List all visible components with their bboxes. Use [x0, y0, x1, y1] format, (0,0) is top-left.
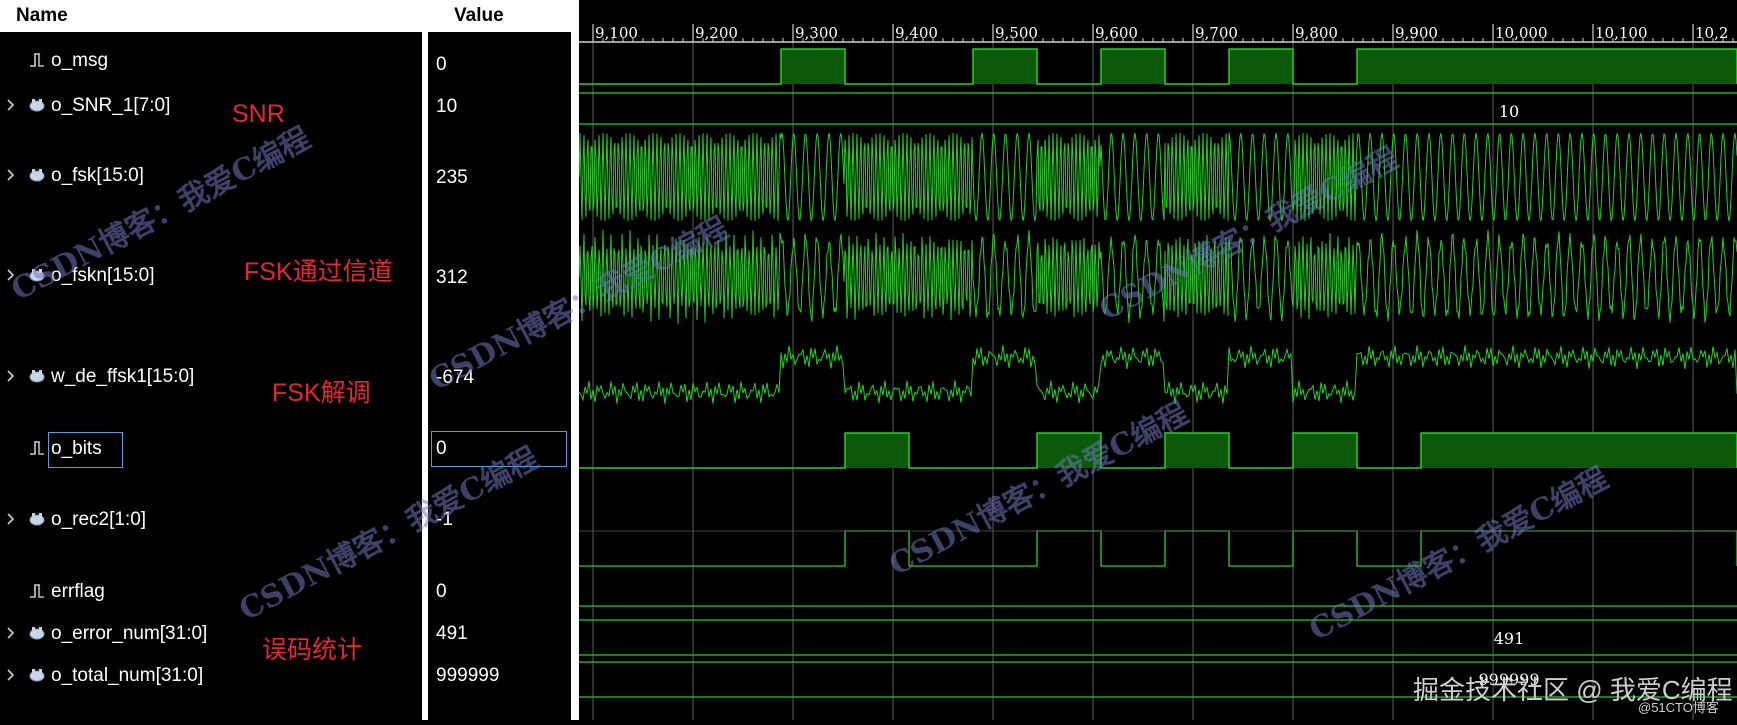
trace-o-msg-fill: [781, 49, 845, 84]
tick-label: 9,800: [1295, 24, 1338, 42]
waveform-canvas[interactable]: 9,100 9,200 9,300 9,400 9,500 9,600 9,700 9,800…: [578, 0, 1737, 720]
tick-label: 9,500: [995, 24, 1038, 42]
bit-signal-icon: [28, 51, 46, 69]
trace-o-rec2: [579, 530, 1737, 567]
value-column-header[interactable]: Value: [428, 0, 571, 32]
signal-name: o_fsk[15:0]: [51, 165, 144, 186]
tick-label: 9,900: [1395, 24, 1438, 42]
trace-o-bits-fill: [1293, 433, 1357, 468]
bit-signal-icon: [28, 439, 46, 457]
signal-name: o_total_num[31:0]: [51, 665, 204, 686]
trace-o-msg-fill: [973, 49, 1037, 84]
bus-signal-icon: [28, 367, 46, 385]
signal-value: 491: [436, 623, 468, 644]
trace-o-snr: [579, 92, 1737, 125]
annotation-fsk-demod: FSK解调: [272, 379, 371, 407]
trace-o-msg-fill: [1229, 49, 1293, 84]
trace-o-msg-fill: [1357, 49, 1737, 84]
chevron-right-icon[interactable]: [4, 624, 18, 642]
chevron-right-icon[interactable]: [4, 510, 18, 528]
tick-label: 10,100: [1595, 24, 1648, 42]
annotation-fsk-channel: FSK通过信道: [244, 258, 393, 286]
trace-o-fsk: [578, 132, 1737, 222]
signal-value: 0: [436, 581, 447, 602]
bus-signal-icon: [28, 624, 46, 642]
signal-value: 10: [436, 96, 458, 117]
signal-name: o_msg: [51, 50, 109, 71]
trace-w-de-ffsk1: [578, 345, 1737, 405]
name-panel: Name o_msg o_SNR_1[7:0] o_fsk[15:0] o_fs…: [0, 0, 422, 720]
signal-name: o_rec2[1:0]: [51, 509, 147, 530]
time-ruler: 9,100 9,200 9,300 9,400 9,500 9,600 9,700 9,800…: [579, 24, 1737, 43]
signal-name: o_SNR_1[7:0]: [51, 95, 171, 116]
bit-signal-icon: [28, 582, 46, 600]
tick-label: 9,400: [895, 24, 938, 42]
signal-value: 0: [436, 54, 447, 75]
name-column-header[interactable]: Name: [0, 0, 422, 32]
chevron-right-icon[interactable]: [4, 666, 18, 684]
site-watermark: @51CTO博客: [1638, 700, 1719, 715]
chevron-right-icon[interactable]: [4, 96, 18, 114]
chevron-right-icon[interactable]: [4, 166, 18, 184]
signal-value: 0: [436, 438, 447, 459]
column-splitter[interactable]: [571, 0, 579, 720]
tick-label: 9,200: [695, 24, 738, 42]
signal-name: o_error_num[31:0]: [51, 623, 208, 644]
waveform-traces: [578, 48, 1737, 698]
signal-row-o-snr-1[interactable]: o_SNR_1[7:0]: [0, 92, 422, 122]
signal-value: 235: [436, 167, 468, 188]
signal-row-errflag[interactable]: errflag: [0, 578, 422, 608]
time-grid: [592, 42, 1694, 720]
signal-name: w_de_ffsk1[15:0]: [51, 366, 195, 387]
bus-label-error-num: 491: [1494, 629, 1525, 648]
signal-row-o-total-num[interactable]: o_total_num[31:0]: [0, 662, 422, 692]
chevron-right-icon[interactable]: [4, 367, 18, 385]
tick-label: 9,300: [795, 24, 838, 42]
tick-label: 9,600: [1095, 24, 1138, 42]
trace-o-msg-fill: [1101, 49, 1165, 84]
trace-o-error-num: [579, 619, 1737, 656]
selection-outline: [48, 432, 123, 468]
annotation-error-stats: 误码统计: [262, 636, 363, 664]
bus-signal-icon: [28, 166, 46, 184]
tick-label: 9,100: [595, 24, 638, 42]
tick-label: 9,700: [1195, 24, 1238, 42]
signal-row-o-msg[interactable]: o_msg: [0, 47, 422, 77]
tick-label: 10,2: [1695, 24, 1728, 42]
bus-signal-icon: [28, 96, 46, 114]
signal-value: 999999: [436, 665, 500, 686]
trace-o-bits-fill: [1165, 433, 1229, 468]
bus-signal-icon: [28, 510, 46, 528]
bus-signal-icon: [28, 666, 46, 684]
bus-label-snr: 10: [1499, 102, 1519, 121]
tick-label: 10,000: [1495, 24, 1548, 42]
signal-name: errflag: [51, 581, 105, 602]
waveform-panel[interactable]: 9,100 9,200 9,300 9,400 9,500 9,600 9,700 9,800…: [578, 0, 1737, 720]
trace-o-bits-fill: [845, 433, 909, 468]
signal-value: 312: [436, 267, 468, 288]
